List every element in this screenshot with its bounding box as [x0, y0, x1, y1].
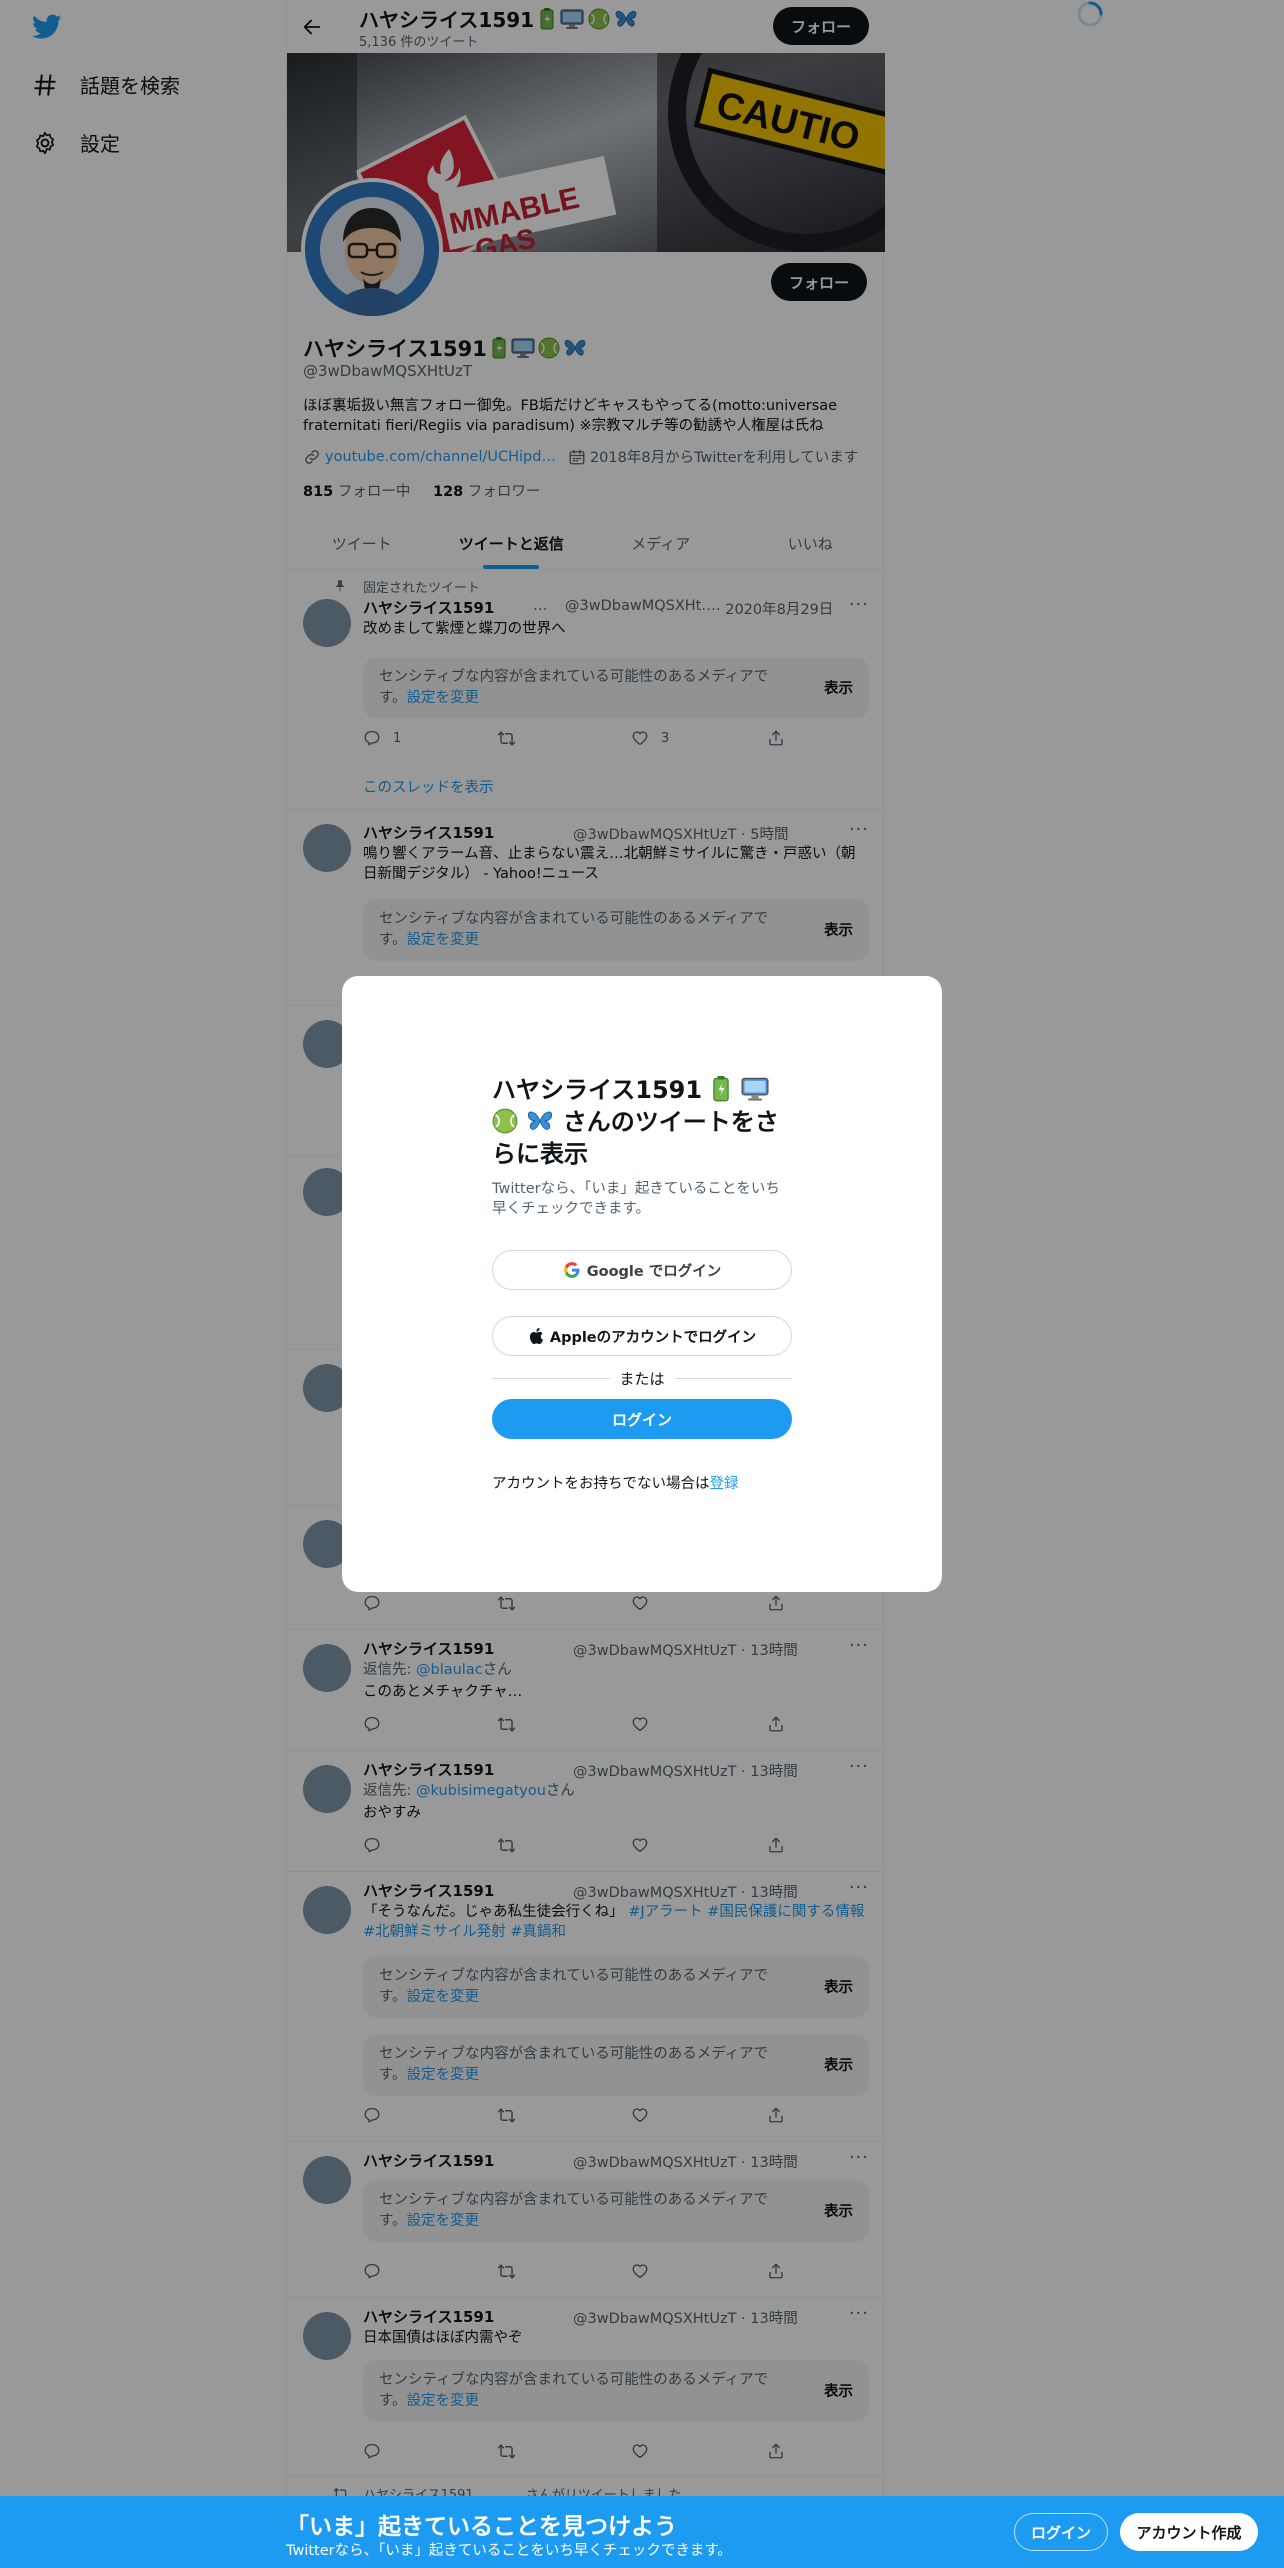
register-prompt: アカウントをお持ちでない場合は登録	[492, 1476, 739, 1492]
login-modal: ハヤシライス1591 さんのツイートをさらに表示 Twitterなら、「いま」起…	[342, 976, 942, 1592]
bottom-login-button[interactable]: ログイン	[1014, 2513, 1108, 2551]
modal-subtitle: Twitterなら、「いま」起きていることをいち早くチェックできます。	[492, 1181, 780, 1217]
bottom-bar-title: 「いま」起きていることを見つけよう	[286, 2514, 677, 2540]
apple-login-button[interactable]: Appleのアカウントでログイン	[492, 1316, 792, 1356]
apple-icon	[529, 1327, 543, 1345]
register-link[interactable]: 登録	[710, 1476, 739, 1492]
bottom-signup-bar: 「いま」起きていることを見つけよう Twitterなら、「いま」起きていることを…	[0, 2496, 1284, 2568]
google-icon	[563, 1262, 580, 1278]
bottom-bar-subtitle: Twitterなら、「いま」起きていることをいち早くチェックできます。	[286, 2543, 732, 2559]
google-login-button[interactable]: Google でログイン	[492, 1250, 792, 1290]
modal-title: ハヤシライス1591 さんのツイートをさらに表示	[492, 1076, 779, 1168]
butterfly-emoji-icon	[526, 1108, 554, 1134]
login-button[interactable]: ログイン	[492, 1399, 792, 1439]
signup-button[interactable]: アカウント作成	[1120, 2513, 1258, 2551]
battery-emoji-icon	[710, 1076, 732, 1102]
or-divider: または	[492, 1368, 793, 1388]
tennis-ball-emoji-icon	[492, 1108, 518, 1134]
computer-emoji-icon	[741, 1076, 769, 1102]
